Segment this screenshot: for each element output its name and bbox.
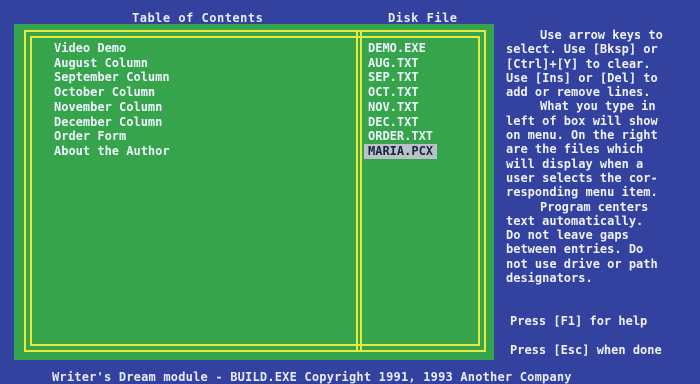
help-line: will display when a — [506, 156, 644, 171]
file-entry[interactable]: DEMO.EXE — [364, 41, 437, 56]
file-entry-selected[interactable]: MARIA.PCX — [364, 143, 438, 159]
file-entry[interactable]: AUG.TXT — [364, 56, 437, 71]
help-line: designators. — [506, 271, 593, 286]
menu-entry[interactable]: About the Author — [54, 144, 170, 159]
help-line: Do not leave gaps — [506, 228, 629, 243]
column-divider-left — [356, 32, 358, 350]
help-line: are the files which — [506, 142, 644, 157]
file-entry[interactable]: NOV.TXT — [364, 100, 437, 115]
file-entry[interactable]: SEP.TXT — [364, 70, 437, 85]
menu-entry[interactable]: August Column — [54, 56, 170, 71]
menu-entry[interactable]: December Column — [54, 115, 170, 130]
esc-done-hint: Press [Esc] when done — [510, 343, 662, 357]
column-divider-right — [360, 32, 362, 350]
file-entry[interactable]: DEC.TXT — [364, 115, 437, 130]
help-line: Program centers — [540, 199, 649, 214]
file-entry[interactable]: OCT.TXT — [364, 85, 437, 100]
copyright-footer: Writer's Dream module - BUILD.EXE Copyri… — [52, 370, 572, 384]
help-line: between entries. Do — [506, 242, 644, 257]
menu-entries-list: Video Demo August Column September Colum… — [54, 41, 170, 159]
menu-entry[interactable]: October Column — [54, 85, 170, 100]
help-line: not use drive or path — [506, 256, 658, 271]
help-line: [Ctrl]+[Y] to clear. — [506, 56, 651, 71]
menu-entry[interactable]: Video Demo — [54, 41, 170, 56]
menu-entry[interactable]: Order Form — [54, 129, 170, 144]
help-line: What you type in — [540, 99, 656, 114]
menu-entry[interactable]: November Column — [54, 100, 170, 115]
help-line: on menu. On the right — [506, 128, 658, 143]
help-line: Use [Ins] or [Del] to — [506, 70, 658, 85]
file-entry[interactable]: ORDER.TXT — [364, 129, 437, 144]
f1-help-hint: Press [F1] for help — [510, 314, 648, 328]
help-text: Use arrow keys to select. Use [Bksp] or … — [506, 28, 694, 285]
help-line: text automatically. — [506, 213, 644, 228]
help-line: select. Use [Bksp] or — [506, 42, 658, 57]
help-line: left of box will show — [506, 113, 658, 128]
help-line: Use arrow keys to — [540, 28, 663, 42]
help-line: add or remove lines. — [506, 85, 651, 100]
help-line: responding menu item. — [506, 185, 658, 200]
menu-entry[interactable]: September Column — [54, 70, 170, 85]
dos-screen: Table of Contents Disk File Video Demo A… — [0, 0, 700, 384]
disk-file-list: DEMO.EXE AUG.TXT SEP.TXT OCT.TXT NOV.TXT… — [364, 41, 438, 159]
help-line: user selects the cor- — [506, 170, 658, 185]
